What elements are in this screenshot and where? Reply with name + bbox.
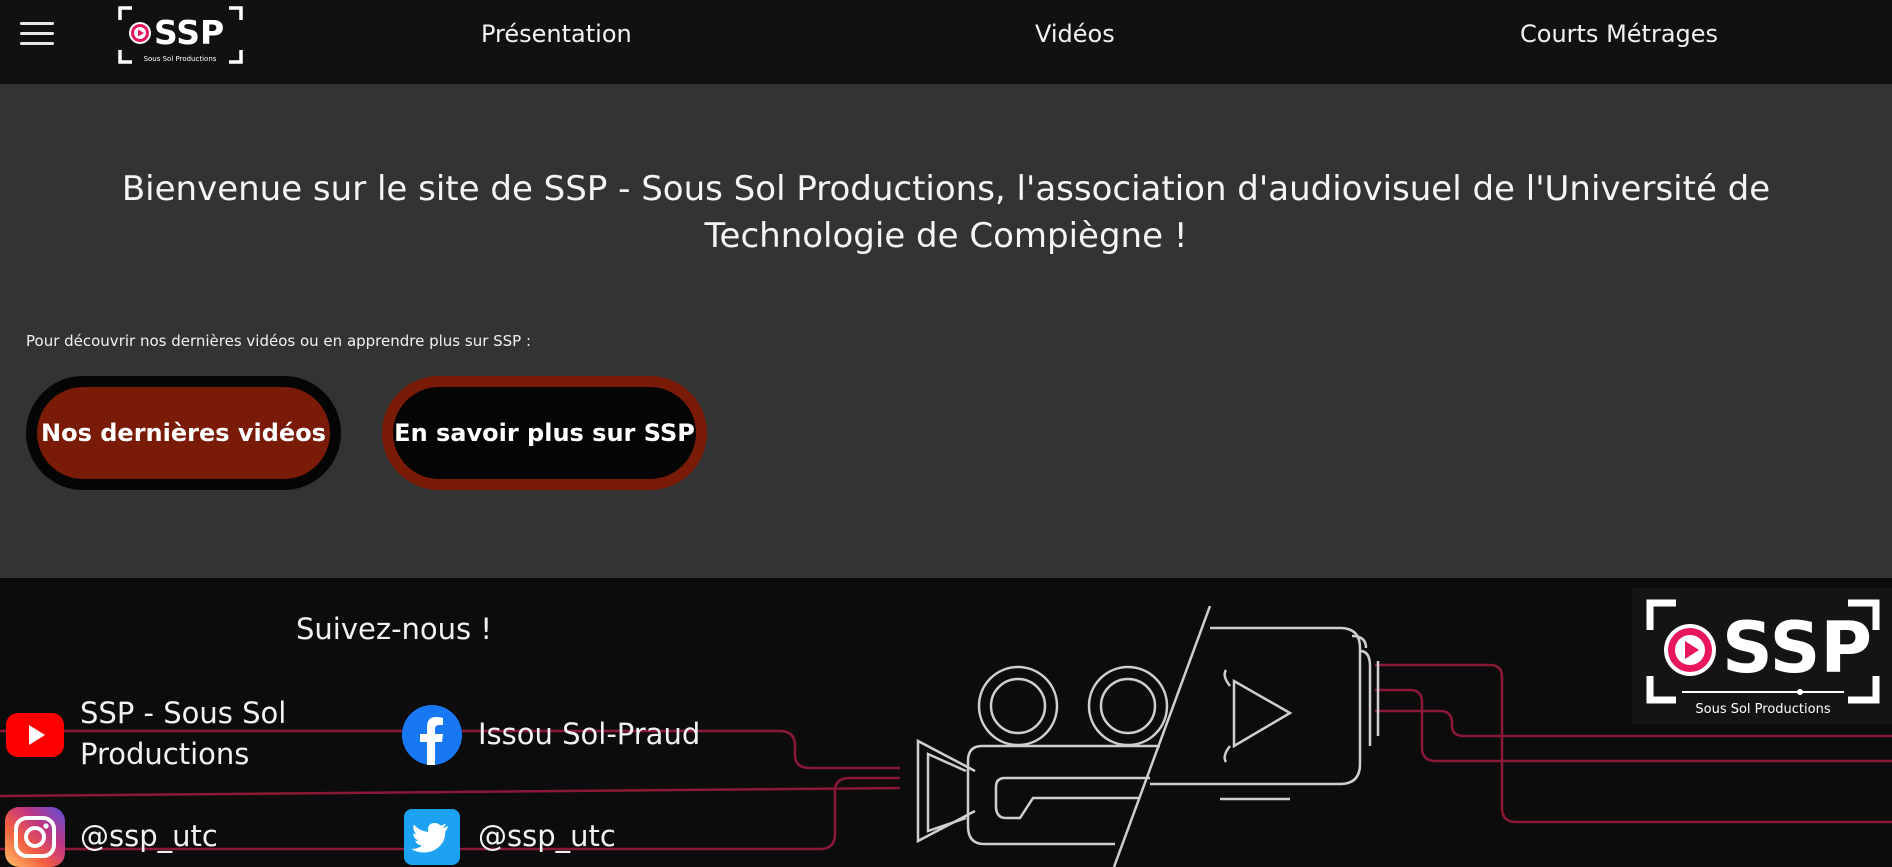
nav-courts-metrages[interactable]: Courts Métrages bbox=[1520, 20, 1718, 48]
footer-logo-text: SSP bbox=[1722, 607, 1872, 689]
learn-more-button[interactable]: En savoir plus sur SSP bbox=[382, 376, 707, 490]
ssp-logo-large: SSP Sous Sol Productions bbox=[1646, 599, 1880, 717]
facebook-link[interactable]: Issou Sol-Praud bbox=[478, 714, 700, 755]
welcome-heading: Bienvenue sur le site de SSP - Sous Sol … bbox=[121, 169, 1771, 256]
nav-presentation[interactable]: Présentation bbox=[481, 20, 632, 48]
camera-illustration bbox=[916, 606, 1380, 867]
footer-logo: SSP Sous Sol Productions bbox=[1632, 588, 1892, 724]
intro-text: Pour découvrir nos dernières vidéos ou e… bbox=[26, 332, 532, 350]
logo-subtitle: Sous Sol Productions bbox=[144, 55, 217, 63]
menu-icon-bar bbox=[20, 22, 54, 25]
footer-logo-subtitle: Sous Sol Productions bbox=[1695, 702, 1830, 717]
twitter-link[interactable]: @ssp_utc bbox=[478, 816, 616, 857]
menu-icon[interactable] bbox=[20, 22, 54, 46]
youtube-link[interactable]: SSP - Sous Sol Productions bbox=[80, 693, 310, 775]
youtube-icon[interactable] bbox=[5, 705, 65, 765]
instagram-link[interactable]: @ssp_utc bbox=[80, 816, 218, 857]
facebook-icon[interactable] bbox=[402, 705, 462, 765]
footer: Suivez-nous ! SSP - Sous Sol Productions… bbox=[0, 578, 1892, 867]
top-navbar: SSP Sous Sol Productions Présentation Vi… bbox=[0, 0, 1892, 84]
follow-us-heading: Suivez-nous ! bbox=[296, 612, 492, 646]
logo-text: SSP bbox=[154, 13, 224, 52]
ssp-logo[interactable]: SSP Sous Sol Productions bbox=[118, 6, 243, 66]
menu-icon-bar bbox=[20, 42, 54, 45]
nav-videos[interactable]: Vidéos bbox=[1035, 20, 1115, 48]
instagram-icon[interactable] bbox=[5, 807, 65, 867]
twitter-icon[interactable] bbox=[404, 809, 460, 865]
latest-videos-button[interactable]: Nos dernières vidéos bbox=[26, 376, 341, 490]
menu-icon-bar bbox=[20, 32, 54, 35]
